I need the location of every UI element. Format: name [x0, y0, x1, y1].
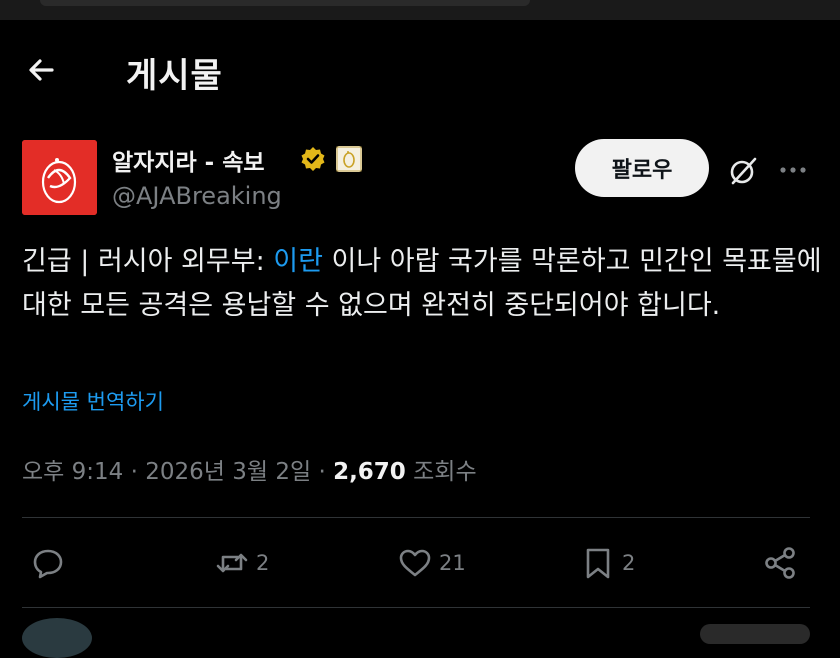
more-icon[interactable]: [778, 160, 808, 180]
translate-link[interactable]: 게시물 번역하기: [22, 386, 164, 416]
reply-button-partial[interactable]: [700, 624, 810, 644]
post-text: 긴급 | 러시아 외무부: 이란 이나 아랍 국가를 막론하고 민간인 목표물에…: [22, 240, 822, 328]
meta-separator-2: ·: [318, 459, 326, 485]
author-name[interactable]: 알자지라 - 속보: [112, 143, 265, 177]
top-strip: [0, 0, 840, 20]
meta-separator: ·: [130, 459, 138, 485]
reply-icon: [33, 549, 63, 579]
reply-button[interactable]: [30, 543, 72, 583]
page-title: 게시물: [126, 56, 223, 96]
post-date[interactable]: 2026년 3월 2일: [145, 459, 311, 485]
reply-avatar: [22, 618, 92, 658]
like-button[interactable]: 21: [397, 543, 466, 583]
verified-badge-icon: [300, 146, 326, 172]
top-strip-bar: [40, 0, 530, 6]
bookmark-icon: [586, 548, 610, 579]
hashtag-link[interactable]: 이란: [273, 246, 323, 277]
author-handle[interactable]: @AJABreaking: [112, 182, 282, 210]
grok-icon[interactable]: [727, 155, 759, 187]
bookmark-button[interactable]: 2: [580, 543, 635, 583]
post-meta: 오후 9:14 · 2026년 3월 2일 · 2,670 조회수: [22, 452, 477, 486]
affiliate-badge-icon: [336, 146, 362, 172]
divider-top: [22, 517, 810, 518]
repost-icon: [216, 553, 248, 573]
divider-bottom: [22, 607, 810, 608]
share-button[interactable]: [762, 543, 798, 583]
avatar[interactable]: [22, 140, 97, 215]
views-count: 2,670: [333, 459, 406, 485]
post-time[interactable]: 오후 9:14: [22, 459, 123, 485]
follow-button[interactable]: 팔로우: [575, 139, 709, 197]
header: 게시물: [0, 20, 840, 116]
share-icon: [765, 547, 795, 579]
post-text-before: 긴급 | 러시아 외무부:: [22, 246, 274, 277]
like-count: 21: [439, 551, 466, 575]
repost-count: 2: [256, 551, 270, 575]
bookmark-count: 2: [622, 551, 636, 575]
like-icon: [399, 549, 431, 577]
views-label: 조회수: [413, 459, 477, 485]
repost-button[interactable]: 2: [214, 543, 269, 583]
back-arrow-icon[interactable]: [22, 52, 62, 88]
